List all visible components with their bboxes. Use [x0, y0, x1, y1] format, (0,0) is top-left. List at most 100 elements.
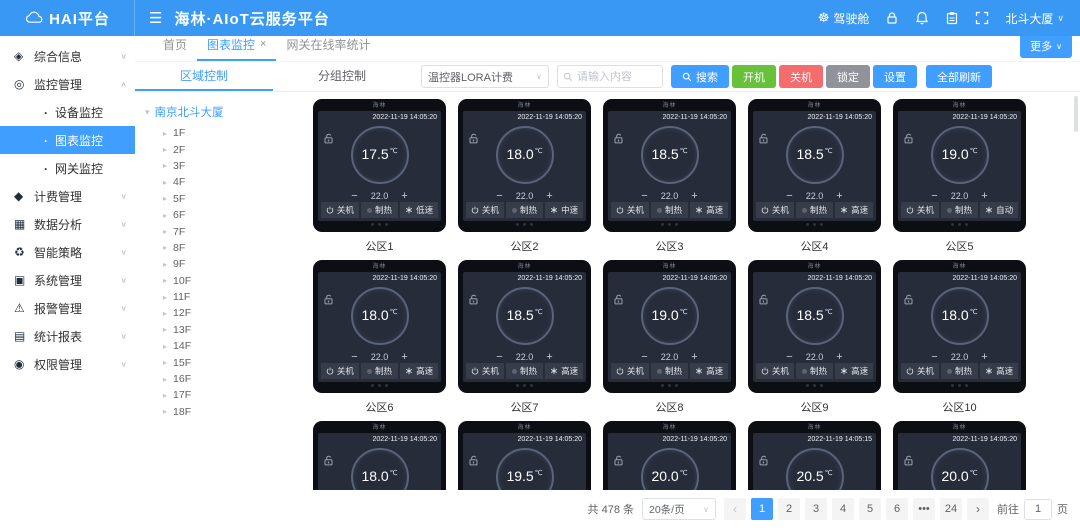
sidebar-item[interactable]: ◎ 监控管理 ∧ — [0, 70, 135, 98]
sidebar-item[interactable]: ▤ 统计报表 ∨ — [0, 322, 135, 350]
tree-floor-node[interactable]: ▸ 10F — [141, 273, 313, 289]
power-toggle[interactable]: 关机 — [466, 202, 504, 218]
tree-floor-node[interactable]: ▸ 4F — [141, 174, 313, 190]
sidebar-item[interactable]: ▦ 数据分析 ∨ — [0, 210, 135, 238]
fan-speed-toggle[interactable]: 高速 — [690, 363, 728, 379]
power-toggle[interactable]: 关机 — [901, 202, 939, 218]
tree-floor-node[interactable]: ▸ 3F — [141, 158, 313, 174]
thermostat-card[interactable]: 海林 2022-11-19 14:05:20 18.5℃ — [748, 99, 881, 252]
thermostat-card[interactable]: 海林 2022-11-19 14:05:20 19.0℃ — [603, 260, 736, 413]
toolbar-button[interactable]: 锁定 — [826, 65, 870, 88]
nav-tab[interactable]: 图表监控 × — [197, 32, 276, 61]
thermostat-card[interactable]: 海林 2022-11-19 14:05:20 18.5℃ — [603, 99, 736, 252]
mode-toggle[interactable]: 制热 — [506, 363, 544, 379]
tree-root-node[interactable]: ▾ 南京北斗大厦 — [141, 101, 313, 125]
power-toggle[interactable]: 关机 — [611, 202, 649, 218]
mode-toggle[interactable]: 制热 — [361, 202, 399, 218]
toolbar-button[interactable]: 全部刷新 — [926, 65, 992, 88]
sidebar-item[interactable]: 图表监控 — [0, 126, 135, 154]
fan-speed-toggle[interactable]: 自动 — [980, 202, 1018, 218]
nav-tab[interactable]: 首页 — [153, 32, 197, 61]
toolbar-button[interactable]: 关机 — [779, 65, 823, 88]
page-button[interactable]: 24 — [940, 498, 962, 520]
setpoint-decrease-button[interactable]: − — [931, 351, 937, 363]
fan-speed-toggle[interactable]: 低速 — [400, 202, 438, 218]
tree-floor-node[interactable]: ▸ 18F — [141, 404, 313, 420]
prev-page-button[interactable]: ‹ — [724, 498, 746, 520]
setpoint-decrease-button[interactable]: − — [931, 190, 937, 202]
sidebar-item[interactable]: ◈ 综合信息 ∨ — [0, 42, 135, 70]
search-input[interactable] — [577, 71, 657, 83]
setpoint-increase-button[interactable]: + — [401, 190, 407, 202]
fullscreen-icon[interactable] — [975, 11, 989, 25]
toolbar-button[interactable]: 设置 — [873, 65, 917, 88]
sidebar-item[interactable]: 网关监控 — [0, 154, 135, 182]
control-subtab[interactable]: 区域控制 — [135, 62, 273, 91]
tree-floor-node[interactable]: ▸ 7F — [141, 223, 313, 239]
mode-toggle[interactable]: 制热 — [941, 363, 979, 379]
sidebar-item[interactable]: ♻ 智能策略 ∨ — [0, 238, 135, 266]
cockpit-link[interactable]: ☸ 驾驶舱 — [818, 10, 870, 27]
setpoint-increase-button[interactable]: + — [401, 351, 407, 363]
more-button[interactable]: 更多∨ — [1020, 34, 1072, 58]
page-button[interactable]: 5 — [859, 498, 881, 520]
setpoint-decrease-button[interactable]: − — [496, 351, 502, 363]
setpoint-increase-button[interactable]: + — [691, 351, 697, 363]
power-toggle[interactable]: 关机 — [756, 202, 794, 218]
tree-floor-node[interactable]: ▸ 16F — [141, 371, 313, 387]
mode-toggle[interactable]: 制热 — [506, 202, 544, 218]
goto-page-input[interactable] — [1024, 499, 1052, 520]
device-type-select[interactable]: 温控器LORA计费 ∨ — [421, 65, 549, 88]
fan-speed-toggle[interactable]: 高速 — [835, 202, 873, 218]
page-button[interactable]: 1 — [751, 498, 773, 520]
mode-toggle[interactable]: 制热 — [796, 202, 834, 218]
setpoint-increase-button[interactable]: + — [836, 351, 842, 363]
page-button[interactable]: 6 — [886, 498, 908, 520]
tree-floor-node[interactable]: ▸ 17F — [141, 387, 313, 403]
thermostat-card[interactable]: 海林 2022-11-19 14:05:20 17.5℃ — [313, 99, 446, 252]
power-toggle[interactable]: 关机 — [466, 363, 504, 379]
sidebar-item[interactable]: ◉ 权限管理 ∨ — [0, 350, 135, 378]
tree-floor-node[interactable]: ▸ 6F — [141, 207, 313, 223]
fan-speed-toggle[interactable]: 高速 — [545, 363, 583, 379]
power-toggle[interactable]: 关机 — [901, 363, 939, 379]
lock-icon[interactable] — [885, 11, 899, 25]
tree-floor-node[interactable]: ▸ 12F — [141, 305, 313, 321]
next-page-button[interactable]: › — [967, 498, 989, 520]
menu-collapse-icon[interactable]: ☰ — [149, 9, 162, 27]
control-subtab[interactable]: 分组控制 — [273, 62, 411, 91]
power-toggle[interactable]: 关机 — [611, 363, 649, 379]
page-button[interactable]: ••• — [913, 498, 935, 520]
setpoint-decrease-button[interactable]: − — [786, 351, 792, 363]
page-size-select[interactable]: 20条/页 ∨ — [642, 498, 716, 520]
fan-speed-toggle[interactable]: 高速 — [980, 363, 1018, 379]
toolbar-button[interactable]: 开机 — [732, 65, 776, 88]
sidebar-item[interactable]: 设备监控 — [0, 98, 135, 126]
sidebar-item[interactable]: ⚠ 报警管理 ∨ — [0, 294, 135, 322]
sidebar-item[interactable]: ▣ 系统管理 ∨ — [0, 266, 135, 294]
tree-floor-node[interactable]: ▸ 13F — [141, 322, 313, 338]
fan-speed-toggle[interactable]: 高速 — [835, 363, 873, 379]
tree-floor-node[interactable]: ▸ 9F — [141, 256, 313, 272]
mode-toggle[interactable]: 制热 — [651, 363, 689, 379]
tree-floor-node[interactable]: ▸ 14F — [141, 338, 313, 354]
clipboard-icon[interactable] — [945, 11, 959, 25]
page-button[interactable]: 4 — [832, 498, 854, 520]
thermostat-card[interactable]: 海林 2022-11-19 14:05:20 19.0℃ — [893, 99, 1026, 252]
setpoint-decrease-button[interactable]: − — [786, 190, 792, 202]
setpoint-increase-button[interactable]: + — [981, 351, 987, 363]
tree-floor-node[interactable]: ▸ 11F — [141, 289, 313, 305]
thermostat-card[interactable]: 海林 2022-11-19 14:05:20 18.0℃ — [893, 260, 1026, 413]
thermostat-card[interactable]: 海林 2022-11-19 14:05:20 18.5℃ — [748, 260, 881, 413]
setpoint-increase-button[interactable]: + — [691, 190, 697, 202]
thermostat-card[interactable]: 海林 2022-11-19 14:05:20 18.0℃ — [458, 99, 591, 252]
fan-speed-toggle[interactable]: 高速 — [690, 202, 728, 218]
setpoint-decrease-button[interactable]: − — [351, 351, 357, 363]
power-toggle[interactable]: 关机 — [756, 363, 794, 379]
setpoint-increase-button[interactable]: + — [836, 190, 842, 202]
thermostat-card[interactable]: 海林 2022-11-19 14:05:20 18.5℃ — [458, 260, 591, 413]
mode-toggle[interactable]: 制热 — [651, 202, 689, 218]
nav-tab[interactable]: 网关在线率统计 — [276, 32, 380, 61]
tree-floor-node[interactable]: ▸ 8F — [141, 240, 313, 256]
setpoint-decrease-button[interactable]: − — [641, 190, 647, 202]
